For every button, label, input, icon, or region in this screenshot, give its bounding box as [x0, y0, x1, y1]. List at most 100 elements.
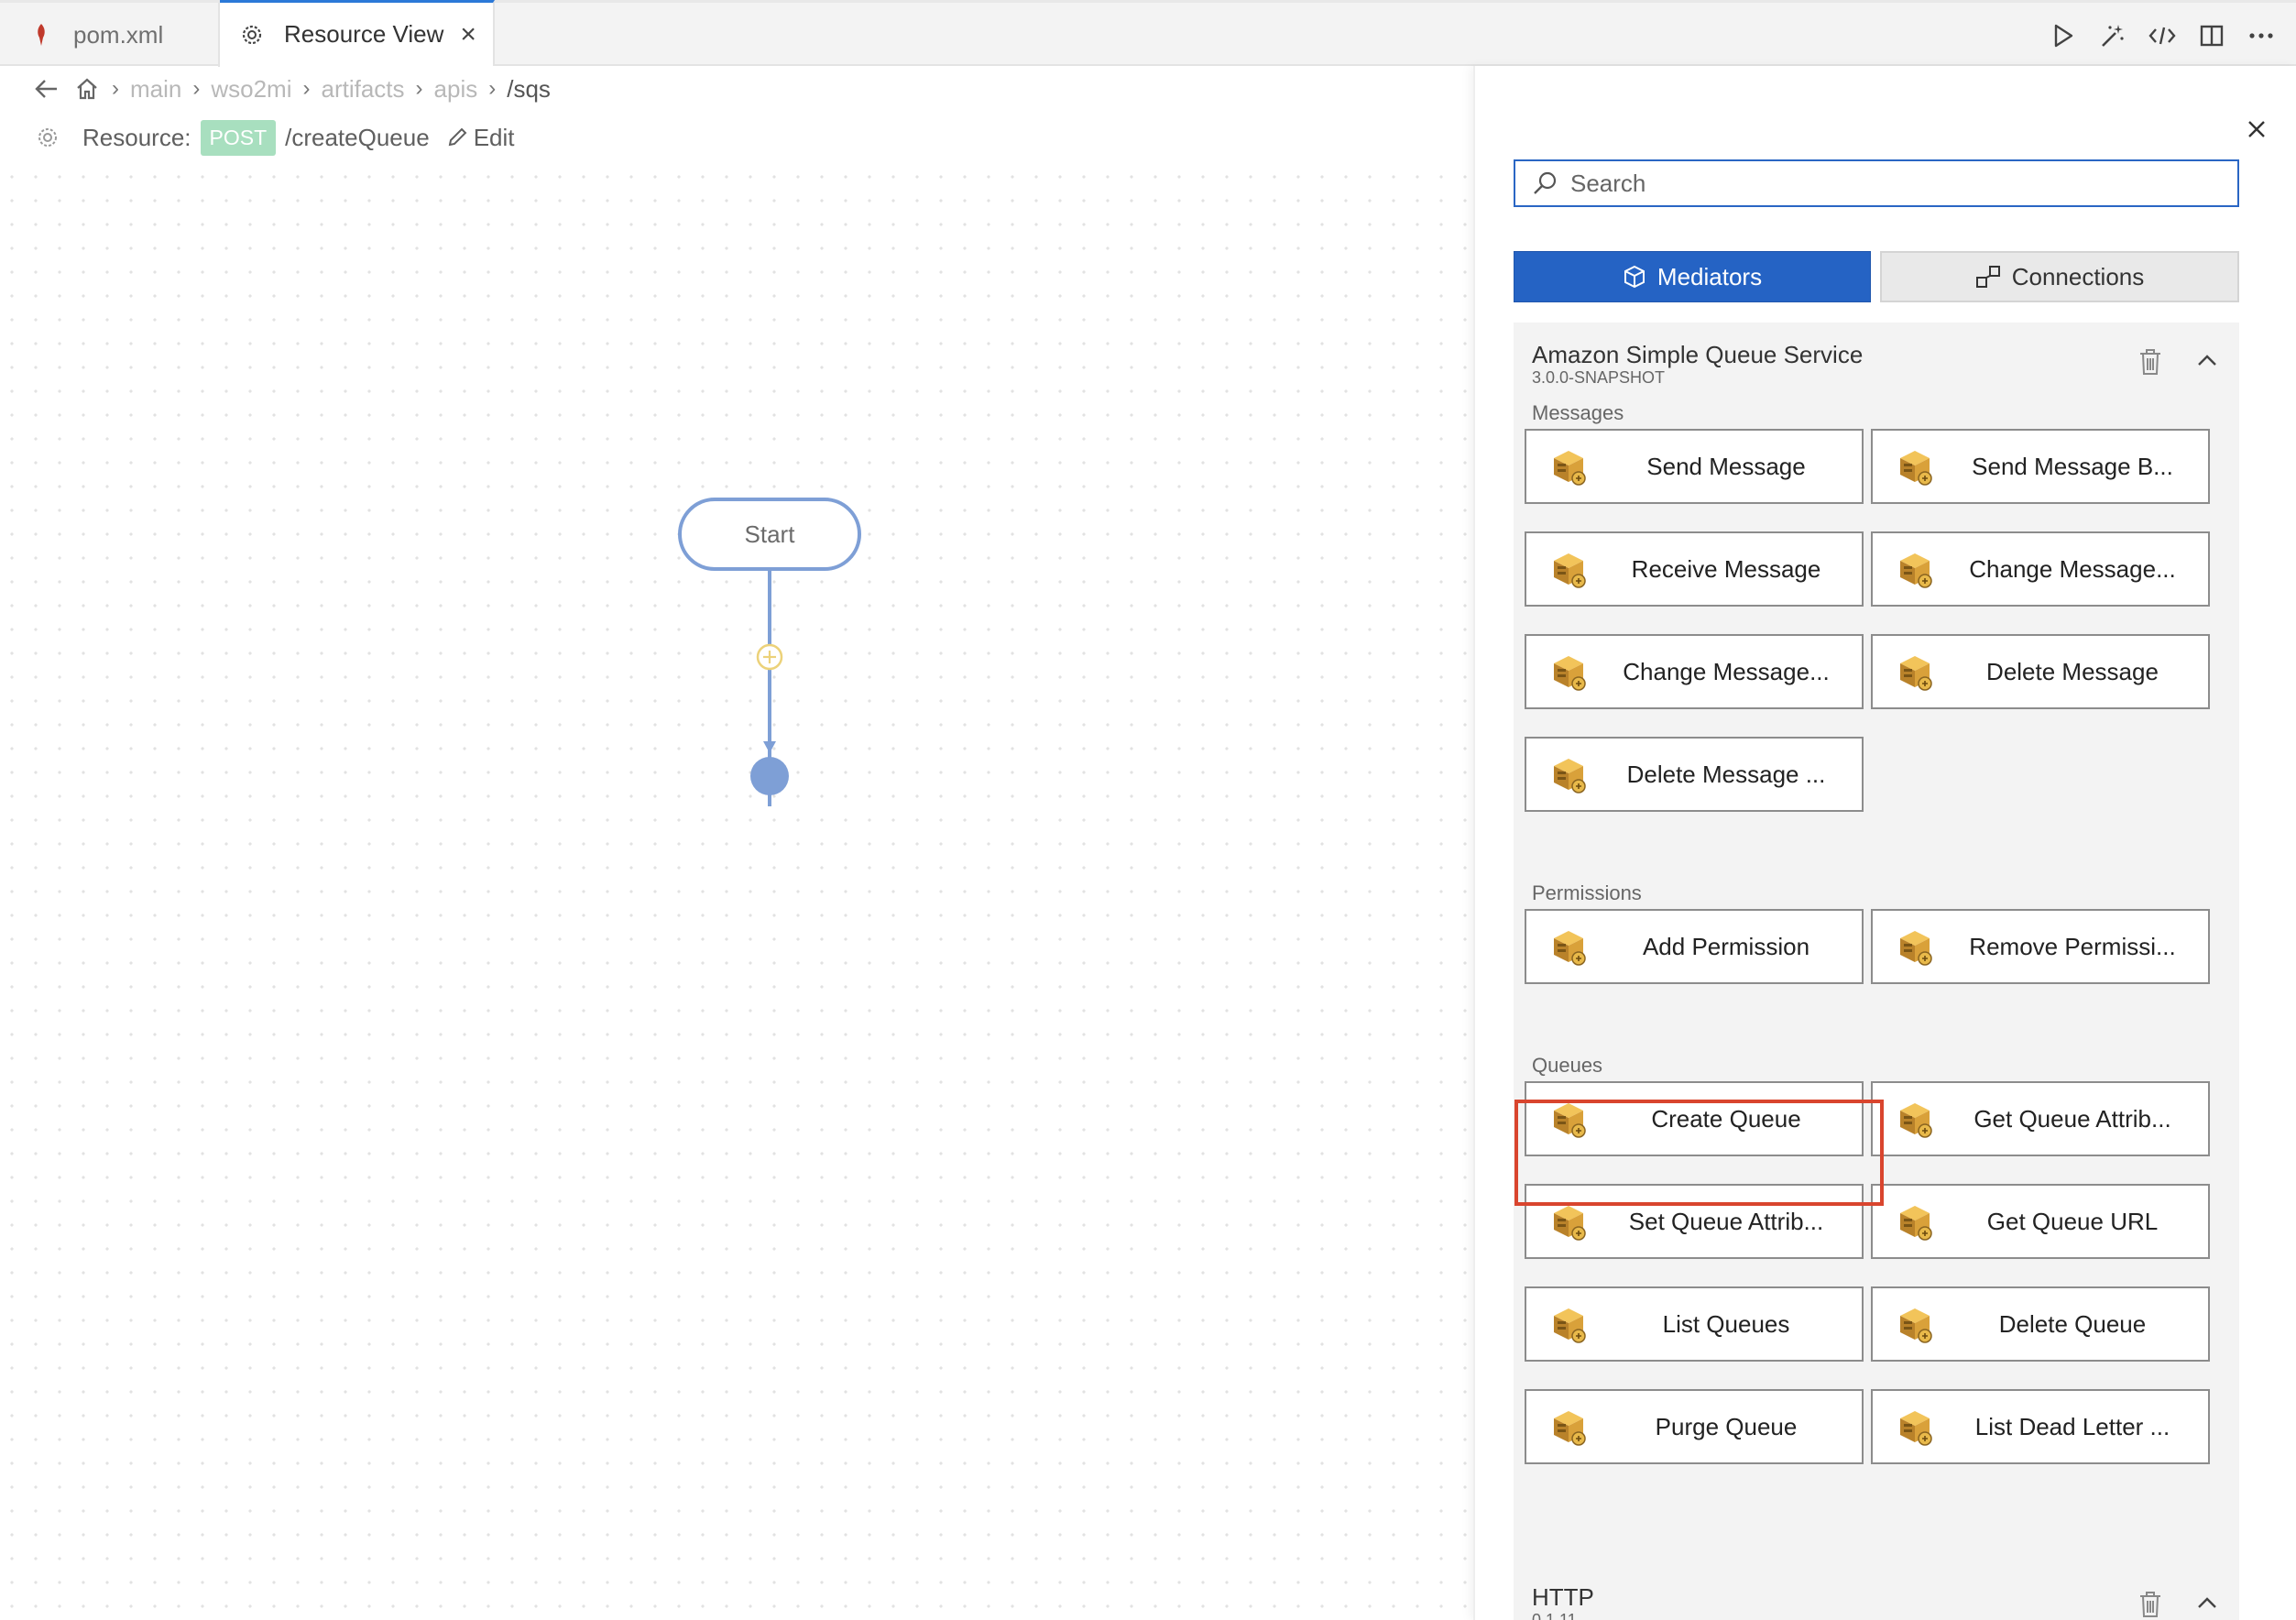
op-label: Remove Permissi...	[1969, 932, 2176, 960]
search-input[interactable]	[1570, 169, 2193, 198]
search-field[interactable]	[1514, 159, 2239, 207]
resource-path: /createQueue	[285, 123, 430, 151]
pencil-icon	[448, 127, 467, 147]
op-remove-permission[interactable]: Remove Permissi...	[1871, 909, 2210, 984]
op-label: Change Message...	[1623, 657, 1830, 685]
home-icon[interactable]	[73, 75, 101, 103]
chevron-right-icon: ›	[112, 76, 119, 101]
chevron-up-icon[interactable]	[2193, 1589, 2221, 1616]
op-label: Create Queue	[1651, 1104, 1801, 1133]
op-change-message-visibility-batch[interactable]: Change Message...	[1525, 634, 1864, 709]
op-label: Set Queue Attrib...	[1628, 1207, 1824, 1235]
tab-label: pom.xml	[73, 20, 164, 49]
breadcrumb-item-main[interactable]: main	[130, 75, 181, 104]
op-label: Receive Message	[1631, 554, 1821, 583]
more-icon[interactable]	[2247, 21, 2276, 50]
connector-version: 0.1.11	[1532, 1611, 1577, 1620]
play-icon[interactable]	[2049, 21, 2078, 50]
op-list-queues[interactable]: List Queues	[1525, 1286, 1864, 1362]
close-panel-icon[interactable]	[2241, 114, 2272, 145]
op-delete-message-batch[interactable]: Delete Message ...	[1525, 737, 1864, 812]
trash-icon[interactable]	[2135, 1587, 2166, 1620]
op-set-queue-attributes[interactable]: Set Queue Attrib...	[1525, 1184, 1864, 1259]
op-purge-queue[interactable]: Purge Queue	[1525, 1389, 1864, 1464]
resource-gear-icon	[33, 123, 62, 152]
diagram-canvas[interactable]: Start	[0, 165, 1473, 1620]
sqs-operation-icon	[1895, 447, 1935, 487]
connector-name: Amazon Simple Queue Service	[1532, 341, 1864, 368]
op-label: List Dead Letter ...	[1974, 1412, 2170, 1440]
connector-card-sqs: Amazon Simple Queue Service 3.0.0-SNAPSH…	[1514, 323, 2239, 1598]
op-send-message[interactable]: Send Message	[1525, 429, 1864, 504]
sqs-operation-icon	[1895, 1407, 1935, 1448]
editor-tab-bar: pom.xml Resource View ×	[0, 0, 2296, 69]
search-icon	[1534, 171, 1557, 194]
breadcrumb: › main › wso2mi › artifacts › apis › /sq…	[33, 71, 551, 106]
group-label-messages: Messages	[1532, 401, 1624, 424]
group-label-permissions: Permissions	[1532, 881, 1642, 904]
op-change-message-visibility[interactable]: Change Message...	[1871, 531, 2210, 607]
op-label: Add Permission	[1642, 932, 1810, 960]
sqs-operation-icon	[1548, 755, 1589, 795]
op-label: Get Queue URL	[1986, 1207, 2159, 1235]
edit-label: Edit	[473, 123, 515, 151]
sqs-operation-icon	[1548, 1202, 1589, 1242]
op-label: List Queues	[1662, 1309, 1790, 1338]
edit-resource-button[interactable]: Edit	[446, 124, 515, 152]
connections-label: Connections	[2011, 262, 2145, 290]
resource-label: Resource:	[82, 123, 191, 151]
op-label: Delete Message ...	[1626, 760, 1826, 788]
breadcrumb-item-apis[interactable]: apis	[434, 75, 478, 104]
op-delete-queue[interactable]: Delete Queue	[1871, 1286, 2210, 1362]
connection-icon	[1975, 265, 2001, 289]
method-badge: POST	[200, 119, 277, 156]
sqs-operation-icon	[1548, 652, 1589, 693]
op-delete-message[interactable]: Delete Message	[1871, 634, 2210, 709]
mediator-panel: Mediators Connections Amazon Simple Queu…	[1473, 66, 2296, 1620]
sqs-operation-icon	[1895, 1100, 1935, 1140]
close-tab-icon[interactable]: ×	[460, 19, 476, 50]
connector-name: HTTP	[1532, 1583, 1594, 1611]
breadcrumb-item-wso2mi[interactable]: wso2mi	[211, 75, 291, 104]
group-label-queues: Queues	[1532, 1054, 1603, 1077]
connector-card-http: HTTP 0.1.11	[1514, 1565, 2239, 1620]
wand-icon[interactable]	[2098, 21, 2127, 50]
op-get-queue-attributes[interactable]: Get Queue Attrib...	[1871, 1081, 2210, 1156]
chevron-up-icon[interactable]	[2193, 346, 2221, 374]
trash-icon[interactable]	[2135, 345, 2166, 379]
chevron-right-icon: ›	[488, 76, 497, 101]
mediators-label: Mediators	[1656, 262, 1763, 290]
chevron-right-icon: ›	[302, 76, 311, 101]
op-label: Change Message...	[1969, 554, 2176, 583]
mediators-tab-button[interactable]: Mediators	[1514, 251, 1871, 302]
sqs-operation-icon	[1548, 1305, 1589, 1345]
op-add-permission[interactable]: Add Permission	[1525, 909, 1864, 984]
op-label: Send Message	[1646, 452, 1806, 480]
sqs-operation-icon	[1895, 550, 1935, 590]
op-get-queue-url[interactable]: Get Queue URL	[1871, 1184, 2210, 1259]
op-list-dead-letter-queues[interactable]: List Dead Letter ...	[1871, 1389, 2210, 1464]
resource-gear-icon	[238, 21, 266, 49]
breadcrumb-item-artifacts[interactable]: artifacts	[322, 75, 405, 104]
back-arrow-icon[interactable]	[33, 75, 60, 103]
op-receive-message[interactable]: Receive Message	[1525, 531, 1864, 607]
op-label: Send Message B...	[1972, 452, 2173, 480]
sqs-operation-icon	[1895, 1202, 1935, 1242]
op-create-queue[interactable]: Create Queue	[1525, 1081, 1864, 1156]
tab-pom-xml[interactable]: pom.xml	[0, 3, 220, 67]
cube-icon	[1623, 265, 1646, 289]
editor-toolbar	[2049, 3, 2296, 69]
op-send-message-batch[interactable]: Send Message B...	[1871, 429, 2210, 504]
tab-resource-view[interactable]: Resource View ×	[220, 0, 495, 66]
split-editor-icon[interactable]	[2197, 21, 2226, 50]
resource-header: Resource: POST /createQueue Edit	[33, 117, 515, 158]
code-icon[interactable]	[2148, 21, 2177, 50]
start-node[interactable]: Start	[678, 498, 861, 571]
sqs-operation-icon	[1548, 550, 1589, 590]
op-label: Delete Message	[1986, 657, 2159, 685]
connections-tab-button[interactable]: Connections	[1880, 251, 2239, 302]
tab-label: Resource View	[284, 20, 444, 48]
chevron-right-icon: ›	[192, 76, 201, 101]
connector-version: 3.0.0-SNAPSHOT	[1532, 368, 1666, 387]
sqs-operation-icon	[1548, 927, 1589, 968]
